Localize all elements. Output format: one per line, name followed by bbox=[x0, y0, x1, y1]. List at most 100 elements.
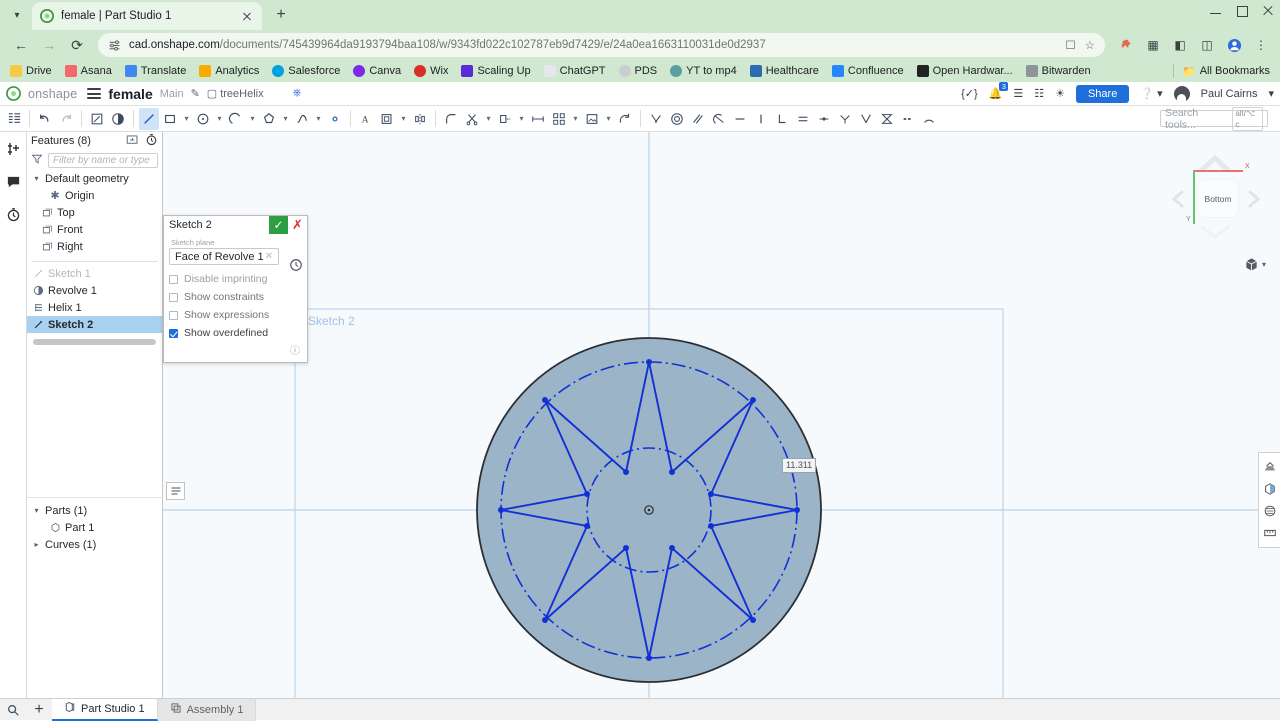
construction-icon[interactable] bbox=[898, 108, 918, 130]
history-clock-icon[interactable] bbox=[145, 133, 158, 149]
profile-avatar-icon[interactable] bbox=[1223, 34, 1245, 56]
comments-list-icon[interactable]: ☰ bbox=[1013, 87, 1023, 100]
tree-node-right[interactable]: Right bbox=[27, 238, 162, 255]
dimension-label[interactable]: 11.311 bbox=[782, 458, 817, 473]
merge-branch-icon[interactable]: ⎈ bbox=[293, 87, 302, 100]
circle-tool-icon[interactable] bbox=[193, 108, 213, 130]
site-settings-icon[interactable] bbox=[108, 39, 121, 52]
chevron-right-icon[interactable]: ▸ bbox=[32, 540, 41, 549]
search-tools-input[interactable]: Search tools... alt/⌥ c bbox=[1160, 106, 1268, 131]
bookmark-item[interactable]: Canva bbox=[353, 65, 401, 77]
install-app-icon[interactable]: ☐ bbox=[1065, 38, 1075, 52]
sketch-canvas[interactable] bbox=[163, 132, 1280, 720]
tree-node-origin[interactable]: ✱ Origin bbox=[27, 187, 162, 204]
user-avatar[interactable] bbox=[1173, 85, 1190, 102]
split-screen-icon[interactable]: ▦ bbox=[1142, 34, 1164, 56]
polygon-tool-icon[interactable] bbox=[259, 108, 279, 130]
accept-check-icon[interactable]: ✓ bbox=[269, 216, 288, 234]
comment-icon[interactable] bbox=[5, 173, 22, 190]
bookmark-item[interactable]: Confluence bbox=[831, 65, 904, 77]
sketch-new-icon[interactable] bbox=[87, 108, 107, 130]
window-minimize-icon[interactable] bbox=[1210, 5, 1222, 17]
cancel-x-icon[interactable]: ✗ bbox=[288, 216, 307, 234]
bookmark-item[interactable]: PDS bbox=[618, 65, 657, 77]
tree-node-curves[interactable]: ▸ Curves (1) bbox=[27, 536, 96, 553]
clear-icon[interactable]: ✕ bbox=[265, 251, 273, 262]
history-icon[interactable] bbox=[5, 206, 22, 223]
rectangle-dropdown-icon[interactable]: ▾ bbox=[181, 114, 192, 123]
edit-pencil-icon[interactable]: ✎ bbox=[191, 87, 200, 100]
bookmark-item[interactable]: Healthcare bbox=[749, 65, 819, 77]
checkbox[interactable] bbox=[169, 310, 178, 320]
tab-assembly-1[interactable]: Assembly 1 bbox=[157, 698, 257, 721]
bookmark-item[interactable]: Bitwarden bbox=[1025, 65, 1091, 77]
feature-list-icon[interactable] bbox=[4, 108, 24, 130]
help-globe-icon[interactable]: ☀ bbox=[1055, 87, 1065, 100]
text-tool-icon[interactable]: A bbox=[356, 108, 376, 130]
notifications-bell-icon[interactable]: 🔔 3 bbox=[989, 82, 1009, 100]
branch-item[interactable]: ▢ treeHelix bbox=[207, 87, 264, 101]
user-name-label[interactable]: Paul Cairns bbox=[1201, 88, 1258, 100]
extension-puzzle-icon[interactable] bbox=[1115, 34, 1137, 56]
bookmark-item[interactable]: Salesforce bbox=[272, 65, 340, 77]
tab-part-studio-1[interactable]: Part Studio 1 bbox=[52, 698, 158, 721]
checkbox[interactable] bbox=[169, 328, 178, 338]
bookmark-item[interactable]: Scaling Up bbox=[461, 65, 531, 77]
main-menu-icon[interactable] bbox=[87, 88, 102, 99]
insert-parts-icon[interactable]: ☷ bbox=[1034, 87, 1044, 100]
tree-scrollbar[interactable] bbox=[33, 339, 156, 345]
chevron-down-icon[interactable]: ▾ bbox=[32, 174, 41, 183]
checkbox[interactable] bbox=[169, 292, 178, 302]
reading-list-icon[interactable]: ◧ bbox=[1169, 34, 1191, 56]
chevron-down-icon[interactable]: ▾ bbox=[32, 506, 41, 515]
bookmark-item[interactable]: Translate bbox=[124, 65, 186, 77]
redo-icon[interactable] bbox=[56, 108, 76, 130]
horizontal-icon[interactable] bbox=[730, 108, 750, 130]
bookmark-item[interactable]: ChatGPT bbox=[543, 65, 606, 77]
bookmark-item[interactable]: Analytics bbox=[199, 65, 259, 77]
tree-node-default-geometry[interactable]: ▾ Default geometry bbox=[27, 170, 162, 187]
view-orientation-button[interactable]: ▾ bbox=[1244, 257, 1266, 272]
tab-search-icon[interactable]: ▾ bbox=[4, 2, 30, 28]
bookmark-star-icon[interactable]: ☆ bbox=[1085, 38, 1095, 52]
render-icon[interactable] bbox=[1262, 503, 1278, 519]
view-cube[interactable]: X Y Bottom ▾ bbox=[1160, 142, 1270, 271]
vertical-icon[interactable] bbox=[751, 108, 771, 130]
sidepanel-icon[interactable]: ◫ bbox=[1196, 34, 1218, 56]
filter-funnel-icon[interactable] bbox=[31, 153, 43, 168]
add-feature-icon[interactable] bbox=[5, 140, 22, 157]
user-menu-chevron-icon[interactable]: ▾ bbox=[1268, 87, 1274, 100]
tree-node-sketch-1[interactable]: Sketch 1 bbox=[27, 265, 162, 282]
arc-tool-icon[interactable] bbox=[226, 108, 246, 130]
dimension-tool-icon[interactable] bbox=[528, 108, 548, 130]
coincident-icon[interactable] bbox=[646, 108, 666, 130]
tree-node-helix-1[interactable]: Helix 1 bbox=[27, 299, 162, 316]
versions-icon[interactable]: {✓} bbox=[961, 87, 978, 100]
trim-dropdown-icon[interactable]: ▾ bbox=[483, 114, 494, 123]
revolve-icon[interactable] bbox=[108, 108, 128, 130]
bookmark-item[interactable]: Open Hardwar... bbox=[916, 65, 1013, 77]
option-show-expressions[interactable]: Show expressions bbox=[169, 306, 302, 324]
trim-tool-icon[interactable] bbox=[462, 108, 482, 130]
new-tab-button[interactable]: + bbox=[268, 2, 294, 28]
search-elements-icon[interactable] bbox=[0, 703, 26, 717]
address-bar[interactable]: cad.onshape.com/documents/745439964da919… bbox=[98, 33, 1105, 57]
add-tab-button[interactable]: + bbox=[26, 701, 52, 719]
midpoint-icon[interactable] bbox=[814, 108, 834, 130]
tree-node-revolve-1[interactable]: Revolve 1 bbox=[27, 282, 162, 299]
tree-node-sketch-2[interactable]: Sketch 2 bbox=[27, 316, 162, 333]
pattern-dropdown-icon[interactable]: ▾ bbox=[570, 114, 581, 123]
spline-dropdown-icon[interactable]: ▾ bbox=[313, 114, 324, 123]
line-tool-icon[interactable] bbox=[139, 107, 159, 130]
bookmark-item[interactable]: YT to mp4 bbox=[670, 65, 737, 77]
dialog-help-icon[interactable]: ⓘ bbox=[169, 342, 302, 357]
window-maximize-icon[interactable] bbox=[1236, 5, 1248, 17]
workspace-name[interactable]: Main bbox=[160, 88, 184, 100]
tree-node-top[interactable]: Top bbox=[27, 204, 162, 221]
browser-tab[interactable]: female | Part Studio 1 bbox=[32, 2, 262, 30]
option-show-overdefined[interactable]: Show overdefined bbox=[169, 324, 302, 342]
all-bookmarks-button[interactable]: 📁 All Bookmarks bbox=[1182, 65, 1270, 78]
view-orientation-chevron-icon[interactable]: ▾ bbox=[1262, 260, 1266, 269]
circle-dropdown-icon[interactable]: ▾ bbox=[214, 114, 225, 123]
option-show-constraints[interactable]: Show constraints bbox=[169, 288, 302, 306]
